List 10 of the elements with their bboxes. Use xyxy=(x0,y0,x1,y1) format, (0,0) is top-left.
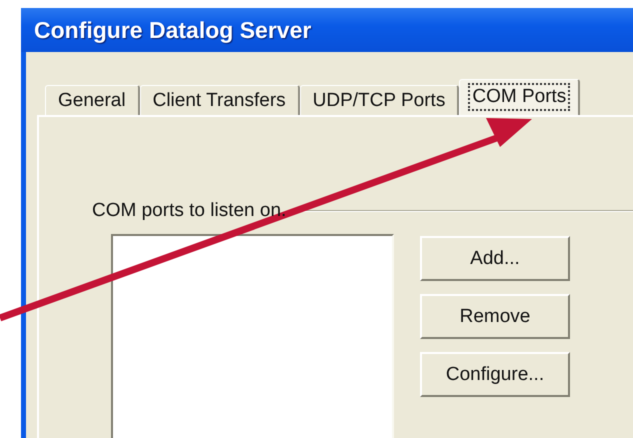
remove-button[interactable]: Remove xyxy=(420,294,570,339)
tab[interactable]: COM Ports xyxy=(459,79,580,117)
port-list[interactable] xyxy=(111,234,394,438)
add-button[interactable]: Add... xyxy=(420,236,570,281)
configure-button[interactable]: Configure... xyxy=(420,352,570,397)
window-title: Configure Datalog Server xyxy=(21,8,633,52)
group-label: COM ports to listen on. xyxy=(92,200,286,222)
tab[interactable]: UDP/TCP Ports xyxy=(300,85,460,115)
tab[interactable]: Client Transfers xyxy=(140,85,300,115)
tab[interactable]: General xyxy=(45,85,140,115)
